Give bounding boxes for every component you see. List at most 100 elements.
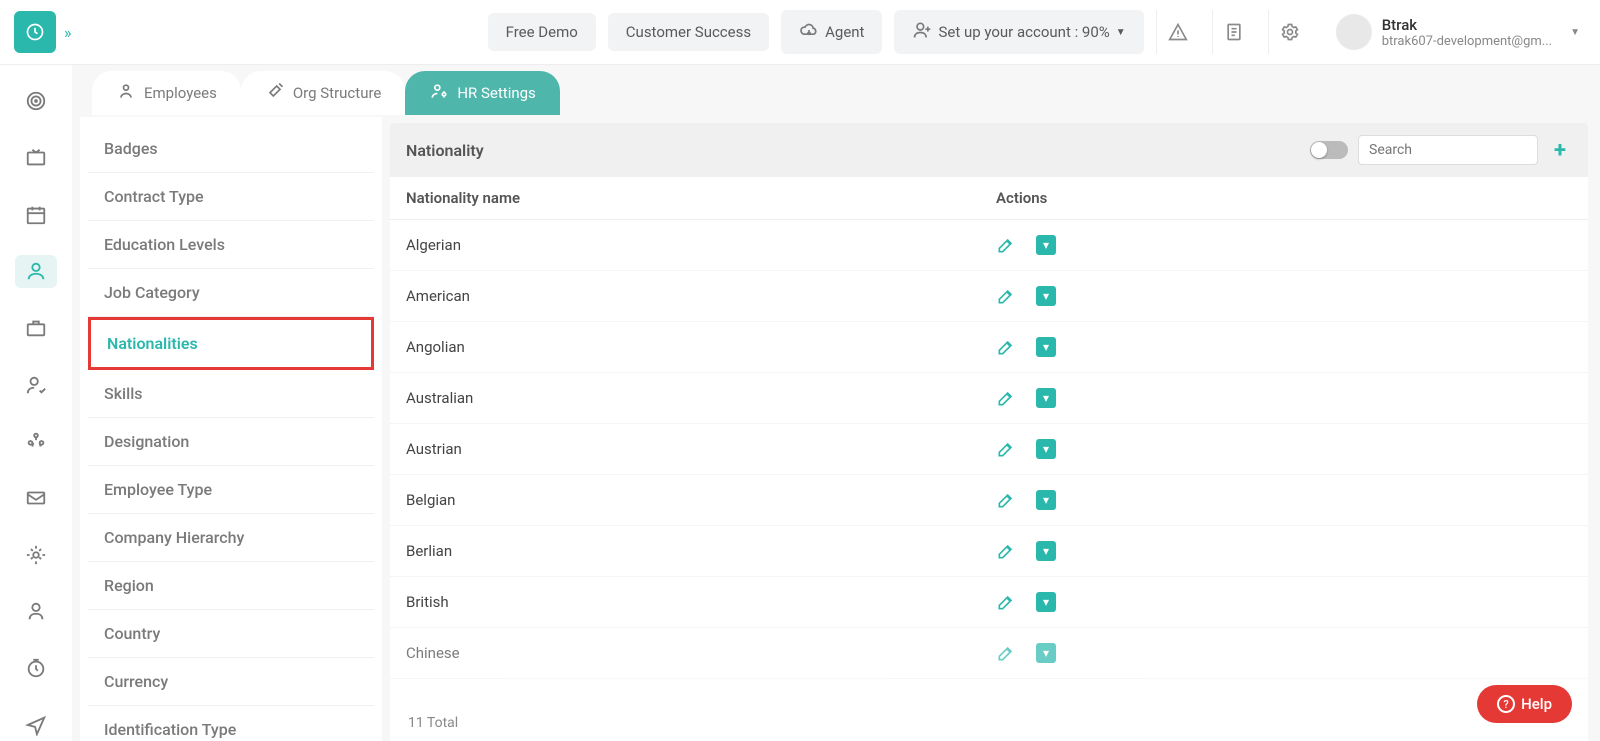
edit-icon[interactable]	[996, 541, 1016, 561]
setup-account-button[interactable]: Set up your account : 90% ▼	[894, 10, 1143, 54]
table-row: American▾	[390, 271, 1588, 322]
table-row: Australian ▾	[390, 373, 1588, 424]
edit-icon[interactable]	[996, 643, 1016, 663]
user-menu[interactable]: Btrak btrak607-development@gm... ▼	[1324, 14, 1580, 50]
settings-item-employee-type[interactable]: Employee Type	[88, 466, 374, 514]
settings-item-job-category[interactable]: Job Category	[88, 269, 374, 317]
user-gear-icon	[429, 81, 449, 105]
help-button[interactable]: ? Help	[1477, 685, 1572, 723]
archive-icon[interactable]: ▾	[1036, 235, 1056, 255]
row-actions: ▾	[996, 439, 1056, 459]
row-actions: ▾	[996, 388, 1056, 408]
archive-icon[interactable]: ▾	[1036, 541, 1056, 561]
settings-item-designation[interactable]: Designation	[88, 418, 374, 466]
tab-org-structure[interactable]: Org Structure	[241, 71, 406, 115]
nav-person2-icon[interactable]	[15, 595, 57, 628]
alert-icon[interactable]	[1156, 10, 1200, 54]
nav-gear-icon[interactable]	[15, 538, 57, 571]
archive-icon[interactable]: ▾	[1036, 643, 1056, 663]
nationality-name: Australian	[406, 389, 996, 407]
chevron-down-icon: ▼	[1116, 27, 1126, 38]
nav-tv-icon[interactable]	[15, 142, 57, 175]
table-row: Chinese ▾	[390, 628, 1588, 679]
tab-label: Org Structure	[293, 84, 382, 102]
row-actions: ▾	[996, 286, 1056, 306]
archive-icon[interactable]: ▾	[1036, 286, 1056, 306]
archive-icon[interactable]: ▾	[1036, 388, 1056, 408]
settings-item-currency[interactable]: Currency	[88, 658, 374, 706]
nav-mail-icon[interactable]	[15, 482, 57, 515]
free-demo-button[interactable]: Free Demo	[488, 13, 596, 51]
settings-item-nationalities[interactable]: Nationalities	[88, 317, 374, 370]
table-row: Belgian ▾	[390, 475, 1588, 526]
document-icon[interactable]	[1212, 10, 1256, 54]
settings-item-education-levels[interactable]: Education Levels	[88, 221, 374, 269]
nav-team-icon[interactable]	[15, 425, 57, 458]
cloud-download-icon	[799, 20, 819, 44]
row-actions: ▾	[996, 592, 1056, 612]
tools-icon	[265, 81, 285, 105]
nav-clock-icon[interactable]	[15, 652, 57, 685]
nationality-name: Austrian	[406, 440, 996, 458]
nav-calendar-icon[interactable]	[15, 198, 57, 231]
settings-item-country[interactable]: Country	[88, 610, 374, 658]
row-actions: ▾	[996, 541, 1056, 561]
chevron-down-icon: ▼	[1570, 27, 1580, 38]
nav-target-icon[interactable]	[15, 85, 57, 118]
nav-briefcase-icon[interactable]	[15, 312, 57, 345]
user-name: Btrak	[1382, 16, 1552, 34]
archive-icon[interactable]: ▾	[1036, 439, 1056, 459]
nationality-name: Algerian	[406, 236, 996, 254]
settings-item-skills[interactable]: Skills	[88, 370, 374, 418]
col-header-actions: Actions	[996, 189, 1572, 207]
settings-item-identification-type[interactable]: Identification Type	[88, 706, 374, 741]
user-add-icon	[912, 20, 932, 44]
row-actions: ▾	[996, 235, 1056, 255]
settings-item-badges[interactable]: Badges	[88, 125, 374, 173]
nav-location-icon[interactable]	[15, 708, 57, 741]
search-input[interactable]	[1358, 135, 1538, 165]
customer-success-button[interactable]: Customer Success	[608, 13, 769, 51]
user-info: Btrak btrak607-development@gm...	[1382, 16, 1552, 49]
settings-icon[interactable]	[1268, 10, 1312, 54]
sidebar-collapse-toggle[interactable]: »	[64, 23, 72, 42]
setup-account-label: Set up your account : 90%	[938, 23, 1109, 41]
edit-icon[interactable]	[996, 337, 1016, 357]
edit-icon[interactable]	[996, 439, 1016, 459]
settings-item-contract-type[interactable]: Contract Type	[88, 173, 374, 221]
main-panel: Nationality + Nationality name Actions A…	[382, 115, 1600, 741]
add-button[interactable]: +	[1548, 138, 1572, 163]
nationality-name: Chinese	[406, 644, 996, 662]
table-row: Berlian▾	[390, 526, 1588, 577]
agent-button[interactable]: Agent	[781, 10, 882, 54]
panel-title: Nationality	[406, 141, 484, 160]
tab-label: Employees	[144, 84, 217, 102]
nationality-name: Belgian	[406, 491, 996, 509]
tab-employees[interactable]: Employees	[92, 71, 241, 115]
edit-icon[interactable]	[996, 490, 1016, 510]
archive-icon[interactable]: ▾	[1036, 592, 1056, 612]
edit-icon[interactable]	[996, 235, 1016, 255]
edit-icon[interactable]	[996, 286, 1016, 306]
edit-icon[interactable]	[996, 388, 1016, 408]
nav-user-check-icon[interactable]	[15, 368, 57, 401]
help-icon: ?	[1497, 695, 1515, 713]
content-area: BadgesContract TypeEducation LevelsJob C…	[72, 115, 1600, 741]
settings-item-region[interactable]: Region	[88, 562, 374, 610]
archive-icon[interactable]: ▾	[1036, 337, 1056, 357]
row-actions: ▾	[996, 490, 1056, 510]
archive-toggle[interactable]	[1310, 141, 1348, 159]
row-actions: ▾	[996, 337, 1056, 357]
edit-icon[interactable]	[996, 592, 1016, 612]
nav-person-icon[interactable]	[15, 255, 57, 288]
row-actions: ▾	[996, 643, 1056, 663]
app-logo[interactable]	[14, 11, 56, 53]
nationality-name: British	[406, 593, 996, 611]
archive-icon[interactable]: ▾	[1036, 490, 1056, 510]
nav-rail	[0, 65, 72, 741]
panel-header: Nationality +	[390, 123, 1588, 177]
tab-hr-settings[interactable]: HR Settings	[405, 71, 559, 115]
user-email: btrak607-development@gm...	[1382, 34, 1552, 49]
nationality-name: Angolian	[406, 338, 996, 356]
settings-item-company-hierarchy[interactable]: Company Hierarchy	[88, 514, 374, 562]
